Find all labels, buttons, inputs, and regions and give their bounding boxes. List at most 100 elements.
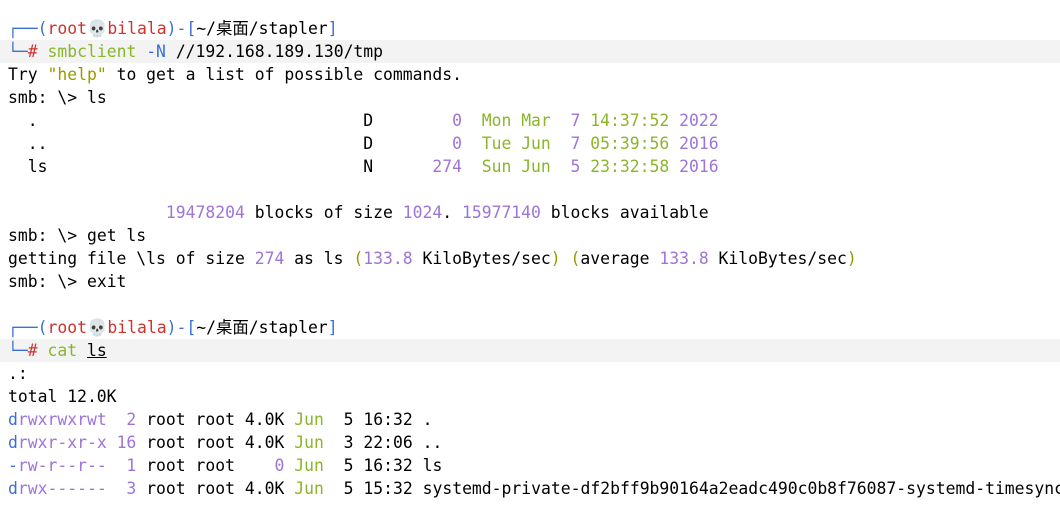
entry-date: 7 [570, 134, 581, 153]
group: root [195, 456, 236, 475]
rate-unit: KiloBytes/sec [412, 249, 551, 268]
perm-bits: rwxrwxrwt [17, 410, 107, 429]
link-count: 16 [116, 433, 137, 452]
prompt-frame-close: ] [327, 318, 338, 337]
paren: ) [550, 249, 561, 268]
entry-size: 0 [452, 111, 462, 130]
prompt-hash: # [27, 42, 38, 61]
command-line[interactable]: └─# smbclient -N //192.168.189.130/tmp [0, 40, 1060, 63]
perm-bits: rw-r--r-- [17, 456, 107, 475]
smb-prompt-line: smb: \> exit [0, 270, 1060, 293]
block-size: 1024 [402, 203, 443, 222]
file-time: 15:32 [363, 479, 413, 498]
file-month: Jun [294, 433, 324, 452]
smb-command: ls [86, 88, 107, 107]
blocks-text: . [442, 203, 462, 222]
perm-type: - [8, 456, 18, 475]
prompt-corner: └─ [8, 341, 28, 360]
average-rate: 133.8 [659, 249, 709, 268]
file-size: 4.0K [244, 433, 285, 452]
perm-bits: rwxr-xr-x [17, 433, 107, 452]
file-date: 5 [333, 410, 354, 429]
file-month: Jun [294, 410, 324, 429]
entry-year: 2016 [679, 157, 719, 176]
entry-type: D [363, 111, 374, 130]
entry-type: D [363, 134, 374, 153]
average-label: average [580, 249, 660, 268]
entry-name: . [8, 111, 364, 130]
file-size: 4.0K [244, 410, 285, 429]
command-name: cat [47, 341, 78, 360]
file-name: systemd-private-df2bff9b90164a2eadc490c0… [422, 479, 1060, 498]
owner: root [146, 479, 186, 498]
prompt-header-line: ┌──(root💀bilala)-[~/桌面/stapler] [0, 17, 1060, 40]
command-line[interactable]: └─# cat ls [0, 339, 1060, 362]
file-size: 4.0K [244, 479, 285, 498]
smb-command: get ls [86, 226, 147, 245]
rate-unit: KiloBytes/sec [708, 249, 847, 268]
paren: ( [570, 249, 581, 268]
getting-text: as ls [284, 249, 354, 268]
file-month: Jun [294, 456, 324, 475]
smb-prompt-line: smb: \> ls [0, 86, 1060, 109]
file-date: 3 [333, 433, 354, 452]
terminal-window[interactable]: ┌──(root💀bilala)-[~/桌面/stapler] └─# smbc… [0, 0, 1060, 523]
blocks-text: blocks of size [244, 203, 403, 222]
prompt-host: bilala [107, 318, 167, 337]
prompt-host: bilala [107, 19, 167, 38]
dir-entry-row: .. D 0 Tue Jun 7 05:39:56 2016 [0, 132, 1060, 155]
prompt-user: root [47, 19, 87, 38]
entry-time: 23:32:58 [590, 157, 670, 176]
perm-type: d [8, 433, 18, 452]
file-name: . [422, 410, 433, 429]
prompt-frame: ┌──( [8, 318, 48, 337]
blocks-line: 19478204 blocks of size 1024. 15977140 b… [0, 201, 1060, 224]
command-flag: -N [146, 42, 166, 61]
blocks-available: 15977140 [461, 203, 541, 222]
entry-date: 7 [570, 111, 581, 130]
getting-text: getting file \ls of size [8, 249, 255, 268]
entry-time: 05:39:56 [590, 134, 670, 153]
prompt-path: ~/桌面/stapler [196, 19, 328, 38]
file-date: 5 [333, 479, 354, 498]
owner: root [146, 433, 186, 452]
dir-entry-row: . D 0 Mon Mar 7 14:37:52 2022 [0, 109, 1060, 132]
entry-size: 0 [452, 134, 462, 153]
file-entry-row: drwx------ 3 root root 4.0K Jun 5 15:32 … [0, 477, 1060, 500]
dir-entry-row: ls N 274 Sun Jun 5 23:32:58 2016 [0, 155, 1060, 178]
owner: root [146, 410, 186, 429]
cat-header: .: [8, 364, 28, 383]
paren: ( [353, 249, 364, 268]
entry-day: Mon [481, 111, 512, 130]
file-entry-row: drwxrwxrwt 2 root root 4.0K Jun 5 16:32 … [0, 408, 1060, 431]
perm-bits: rwx------ [17, 479, 107, 498]
file-date: 5 [333, 456, 354, 475]
prompt-frame-mid: )-[ [166, 19, 197, 38]
smb-prompt: smb: \> [8, 88, 87, 107]
entry-day: Tue [481, 134, 512, 153]
prompt-corner: └─ [8, 42, 28, 61]
skull-icon: 💀 [86, 19, 108, 38]
file-month: Jun [294, 479, 324, 498]
entry-name: .. [8, 134, 364, 153]
command-name: smbclient [47, 42, 137, 61]
entry-day: Sun [481, 157, 512, 176]
smb-command: exit [86, 272, 127, 291]
blocks-indent [8, 203, 166, 222]
prompt-frame-mid: )-[ [166, 318, 197, 337]
help-text-before: Try [8, 65, 48, 84]
help-quoted: "help" [47, 65, 107, 84]
prompt-hash: # [27, 341, 38, 360]
file-time: 16:32 [363, 410, 413, 429]
blocks-text: blocks available [540, 203, 709, 222]
help-line: Try "help" to get a list of possible com… [0, 63, 1060, 86]
owner: root [146, 456, 186, 475]
entry-month: Jun [521, 157, 551, 176]
smb-prompt-line: smb: \> get ls [0, 224, 1060, 247]
prompt-frame: ┌──( [8, 19, 48, 38]
file-name: ls [422, 456, 443, 475]
command-arg: //192.168.189.130/tmp [175, 42, 384, 61]
entry-name: ls [8, 157, 364, 176]
perm-type: d [8, 479, 18, 498]
help-text-after: to get a list of possible commands. [106, 65, 462, 84]
